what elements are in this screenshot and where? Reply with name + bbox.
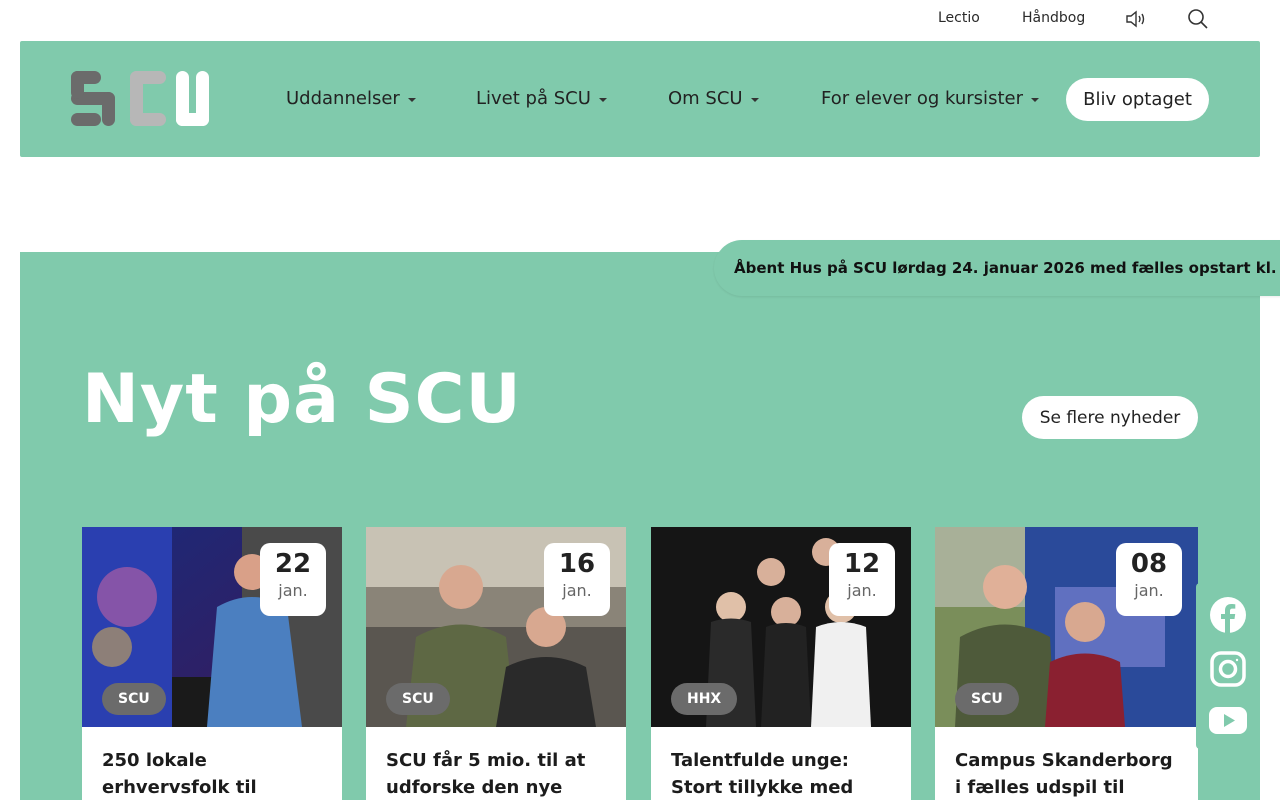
date-badge: 08 jan. xyxy=(1116,543,1182,616)
chevron-down-icon xyxy=(407,98,416,102)
category-tag[interactable]: SCU xyxy=(386,683,450,715)
news-card[interactable]: 22 jan. SCU 250 lokale erhvervsfolk til … xyxy=(82,527,342,800)
search-icon[interactable] xyxy=(1187,8,1209,30)
bliv-optaget-button[interactable]: Bliv optaget xyxy=(1066,78,1209,121)
date-badge: 12 jan. xyxy=(829,543,895,616)
date-day: 16 xyxy=(558,549,596,579)
nav-for-elever[interactable]: For elever og kursister xyxy=(821,88,1039,109)
open-house-banner[interactable]: Åbent Hus på SCU lørdag 24. januar 2026 … xyxy=(714,240,1280,296)
nav-label: Om SCU xyxy=(668,88,743,109)
facebook-icon[interactable] xyxy=(1209,596,1247,634)
date-month: jan. xyxy=(278,581,308,600)
chevron-down-icon xyxy=(1030,98,1039,102)
chevron-down-icon xyxy=(598,98,607,102)
news-section: Nyt på SCU Se flere nyheder 22 jan. SCU … xyxy=(20,252,1260,800)
main-navigation: Uddannelser Livet på SCU Om SCU For elev… xyxy=(20,41,1260,157)
nav-om-scu[interactable]: Om SCU xyxy=(668,88,759,109)
social-sidebar xyxy=(1196,583,1260,749)
date-day: 22 xyxy=(274,549,312,579)
utility-bar: Lectio Håndbog xyxy=(0,0,1280,41)
news-card[interactable]: 08 jan. SCU Campus Skanderborg i fælles … xyxy=(935,527,1198,800)
news-headline[interactable]: 250 lokale erhvervsfolk til nytårskur på… xyxy=(102,747,322,800)
news-card[interactable]: 16 jan. SCU SCU får 5 mio. til at udfors… xyxy=(366,527,626,800)
category-tag[interactable]: SCU xyxy=(102,683,166,715)
news-headline[interactable]: Talentfulde unge: Stort tillykke med ATU… xyxy=(671,747,891,800)
nav-label: Uddannelser xyxy=(286,88,400,109)
news-headline[interactable]: SCU får 5 mio. til at udforske den nye xyxy=(386,747,606,800)
date-month: jan. xyxy=(847,581,877,600)
date-day: 12 xyxy=(843,549,881,579)
instagram-icon[interactable] xyxy=(1209,650,1247,688)
date-badge: 16 jan. xyxy=(544,543,610,616)
news-card[interactable]: 12 jan. HHX Talentfulde unge: Stort till… xyxy=(651,527,911,800)
lectio-link[interactable]: Lectio xyxy=(938,10,980,26)
date-day: 08 xyxy=(1130,549,1168,579)
category-tag[interactable]: HHX xyxy=(671,683,738,715)
scu-logo[interactable] xyxy=(70,69,210,129)
speaker-icon[interactable] xyxy=(1125,8,1147,30)
nav-label: For elever og kursister xyxy=(821,88,1023,109)
chevron-down-icon xyxy=(750,98,759,102)
nav-uddannelser[interactable]: Uddannelser xyxy=(286,88,416,109)
more-news-button[interactable]: Se flere nyheder xyxy=(1022,396,1198,439)
date-month: jan. xyxy=(1134,581,1164,600)
date-badge: 22 jan. xyxy=(260,543,326,616)
nav-livet-paa-scu[interactable]: Livet på SCU xyxy=(476,88,607,109)
nav-label: Livet på SCU xyxy=(476,88,591,109)
section-title: Nyt på SCU xyxy=(82,360,522,439)
news-headline[interactable]: Campus Skanderborg i fælles udspil til xyxy=(955,747,1175,800)
date-month: jan. xyxy=(562,581,592,600)
category-tag[interactable]: SCU xyxy=(955,683,1019,715)
handbog-link[interactable]: Håndbog xyxy=(1022,10,1085,26)
youtube-icon[interactable] xyxy=(1209,701,1247,739)
